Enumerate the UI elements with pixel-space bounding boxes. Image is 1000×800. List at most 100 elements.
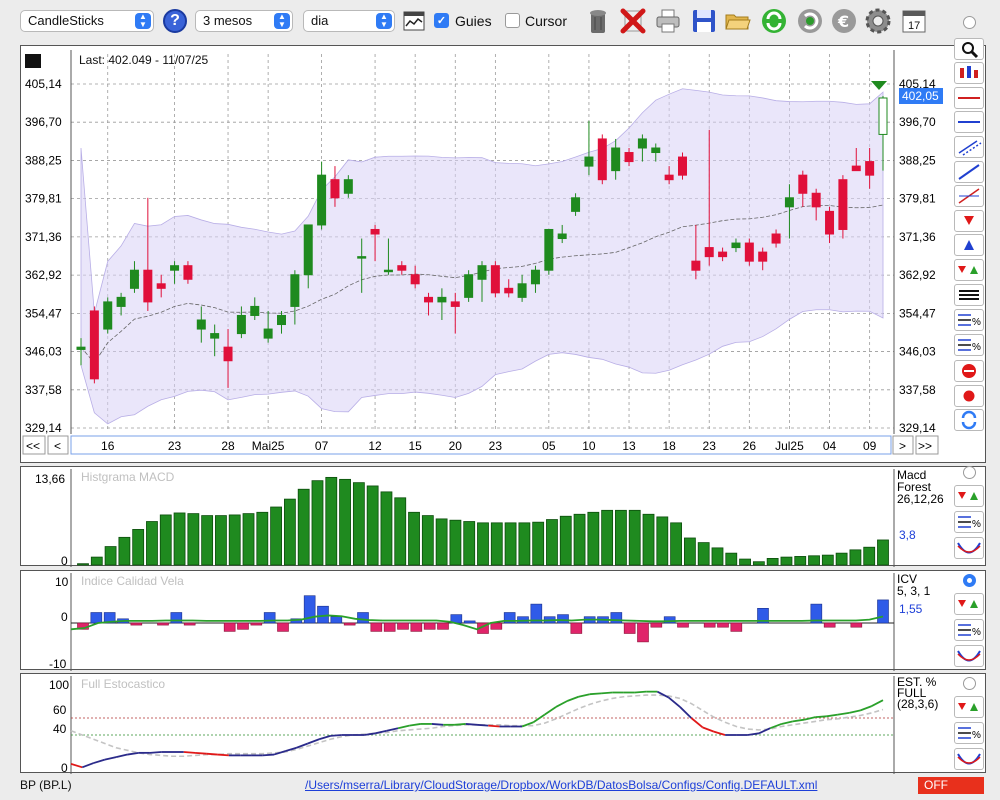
candles-style-icon[interactable] [954, 62, 984, 84]
icv-legend-2: 5, 3, 1 [897, 584, 931, 598]
stoch-levels-icon[interactable]: % [954, 722, 984, 744]
stoch-k-segment [93, 758, 106, 764]
macd-chart[interactable]: Histgrama MACD 13,66 0 Macd Forest 26,12… [21, 467, 987, 567]
macd-curve-icon[interactable] [954, 537, 984, 559]
stoch-k-segment [555, 700, 568, 708]
stoch-k-segment [104, 756, 117, 761]
trash-icon[interactable] [584, 7, 612, 35]
remove-icon[interactable] [954, 360, 984, 382]
help-icon[interactable]: ? [163, 9, 187, 33]
interval-select[interactable]: dia ▲ ▼ [303, 10, 395, 32]
icv-bar [677, 622, 689, 628]
candle [744, 238, 754, 266]
zoom-icon[interactable] [954, 38, 984, 60]
horizontal-red-line-icon[interactable] [954, 87, 984, 109]
price-y-label-left: 379,81 [25, 192, 62, 206]
candle-body [277, 314, 286, 326]
stoch-k-segment [815, 715, 827, 719]
stoch-k-segment [747, 732, 760, 736]
svg-text:%: % [972, 317, 981, 328]
macd-panel-radio[interactable] [963, 466, 976, 479]
fibonacci-icon[interactable] [954, 185, 984, 207]
stoch-curve-icon[interactable] [954, 748, 984, 770]
macd-bar [325, 476, 338, 566]
macd-bar [118, 536, 131, 566]
config-path-link[interactable]: /Users/mserra/Library/CloudStorage/Dropb… [305, 778, 817, 792]
save-icon[interactable] [690, 7, 718, 35]
macd-bar [173, 512, 186, 566]
price-x-label: 13 [622, 439, 636, 453]
print-icon[interactable] [654, 7, 682, 35]
parallel-channel-icon[interactable] [954, 136, 984, 158]
stoch-panel[interactable]: Full Estocastico 100 60 40 0 EST. % FULL… [20, 673, 987, 774]
guides-checkbox[interactable]: ✓ [434, 13, 449, 28]
stoch-k-segment [330, 734, 342, 737]
macd-bar [242, 513, 255, 566]
candle-body [664, 174, 674, 181]
interval-value: dia [311, 13, 329, 28]
buy-sell-signals-icon[interactable] [954, 259, 984, 281]
period-select[interactable]: 3 mesos ▲ ▼ [195, 10, 293, 32]
icv-levels-icon[interactable]: % [954, 619, 984, 641]
candlestick-chart[interactable]: 405,14 405,14396,70 396,70388,25 388,25379,… [21, 46, 987, 464]
price-panel[interactable]: 405,14 405,14 396,70 396,70 388,25 388,25 379,… [20, 45, 986, 463]
icv-panel-radio[interactable] [963, 574, 976, 587]
icv-bar [730, 622, 743, 632]
stochastic-chart[interactable]: Full Estocastico 100 60 40 0 EST. % FULL… [21, 674, 987, 774]
percent-range-icon[interactable]: % [954, 309, 984, 331]
stoch-panel-radio[interactable] [963, 677, 976, 690]
stoch-k-segment [781, 720, 793, 725]
macd-bar [532, 521, 545, 566]
open-folder-icon[interactable] [724, 7, 752, 35]
sell-arrow-icon[interactable] [954, 210, 984, 232]
icv-title: Indice Calidad Vela [81, 574, 184, 588]
sync-icon[interactable] [796, 7, 824, 35]
icv-curve-icon[interactable] [954, 645, 984, 667]
candle-body [825, 210, 835, 235]
candle-body [464, 274, 474, 298]
chart-type-select[interactable]: CandleSticks ▲ ▼ [20, 10, 154, 32]
macd-bar [615, 509, 627, 566]
levels-icon[interactable] [954, 284, 984, 306]
indicator-window-icon[interactable] [403, 11, 425, 31]
macd-bar [270, 506, 283, 566]
macd-bar [835, 552, 848, 566]
price-panel-radio[interactable] [963, 16, 976, 29]
icv-chart[interactable]: Indice Calidad Vela 10 0 -10 ICV 5, 3, 1… [21, 571, 987, 671]
currency-icon[interactable]: € [830, 7, 858, 35]
gear-icon[interactable] [864, 7, 892, 35]
icv-bar [170, 612, 183, 624]
macd-levels-icon[interactable]: % [954, 511, 984, 533]
stoch-k-segment [488, 724, 500, 728]
refresh-icon[interactable] [760, 7, 788, 35]
icv-panel[interactable]: Indice Calidad Vela 10 0 -10 ICV 5, 3, 1… [20, 570, 987, 671]
buy-arrow-icon[interactable] [954, 234, 984, 256]
price-x-label: 20 [449, 439, 463, 453]
icv-bar [637, 622, 649, 643]
record-icon[interactable] [954, 385, 984, 407]
candle-body [370, 228, 380, 235]
delete-icon[interactable] [619, 7, 647, 35]
macd-signals-icon[interactable] [954, 485, 984, 507]
stoch-signals-icon[interactable] [954, 696, 984, 718]
stoch-k-segment [826, 713, 839, 718]
candle-body [223, 346, 233, 362]
date-scrollbar[interactable] [70, 435, 892, 455]
swap-icon[interactable] [954, 409, 984, 431]
calendar-icon[interactable]: 17 [900, 7, 928, 35]
price-x-label: 23 [489, 439, 503, 453]
stoch-k-segment [454, 723, 466, 726]
percent-lines-icon[interactable]: % [954, 334, 984, 356]
icv-signals-icon[interactable] [954, 593, 984, 615]
stoch-y-40: 40 [53, 722, 67, 736]
last-price-label: Last: 402.049 - 11/07/25 [79, 53, 209, 67]
stoch-k-segment [837, 712, 850, 716]
price-y-label-left: 371,36 [25, 230, 62, 244]
trend-line-icon[interactable] [954, 161, 984, 183]
candle-body [691, 260, 701, 271]
macd-panel[interactable]: Histgrama MACD 13,66 0 Macd Forest 26,12… [20, 466, 987, 567]
stoch-k-segment [589, 692, 602, 696]
cursor-checkbox[interactable] [505, 13, 520, 28]
price-y-label-right: 371,36 [899, 230, 936, 244]
horizontal-blue-line-icon[interactable] [954, 111, 984, 133]
